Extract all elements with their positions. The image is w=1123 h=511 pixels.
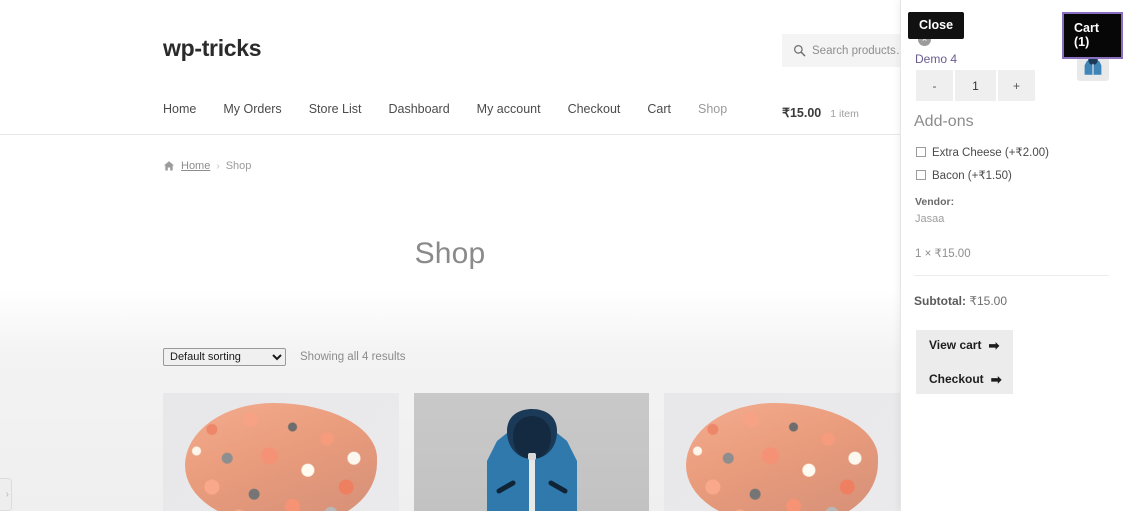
product-card[interactable] [664, 393, 901, 511]
granite-rock-product-image-2 [664, 393, 901, 511]
product-grid [163, 393, 901, 511]
header-cart-summary[interactable]: ₹15.00 1 item [782, 105, 859, 120]
addon-label: Bacon (+₹1.50) [932, 170, 1012, 182]
breadcrumb: Home › Shop [163, 160, 251, 172]
breadcrumb-separator: › [216, 160, 220, 172]
page-root: wp-tricks Search products… Home My Order… [0, 0, 1123, 511]
arrow-right-icon: ➡ [988, 337, 1000, 353]
nav-item-my-orders[interactable]: My Orders [223, 102, 281, 116]
close-button[interactable]: Close [908, 12, 965, 39]
nav-item-store-list[interactable]: Store List [309, 102, 362, 116]
search-icon [794, 45, 806, 57]
checkout-label: Checkout [929, 372, 984, 386]
nav-item-shop[interactable]: Shop [698, 102, 727, 116]
site-title[interactable]: wp-tricks [163, 35, 262, 62]
sidebar-edge-flap[interactable]: › [0, 478, 12, 511]
checkbox-icon[interactable] [916, 170, 926, 180]
hoodie-illustration [486, 409, 577, 511]
breadcrumb-home-link[interactable]: Home [181, 160, 210, 172]
quantity-increase-button[interactable]: + [998, 70, 1035, 101]
checkbox-icon[interactable] [916, 147, 926, 157]
product-card[interactable] [413, 393, 650, 511]
chevron-right-icon: › [5, 489, 9, 500]
cart-divider [914, 275, 1109, 276]
checkout-button[interactable]: Checkout ➡ [929, 372, 1002, 386]
sorting-select[interactable]: Default sorting Sort by popularity Sort … [163, 348, 286, 366]
result-count: Showing all 4 results [300, 351, 406, 363]
cart-subtotal: Subtotal: ₹15.00 [914, 294, 1007, 308]
header-cart-count: 1 item [830, 108, 859, 120]
search-placeholder: Search products… [812, 44, 908, 57]
cart-toggle-button[interactable]: Cart (1) [1062, 12, 1123, 59]
addon-label: Extra Cheese (+₹2.00) [932, 147, 1049, 159]
nav-item-home[interactable]: Home [163, 102, 196, 116]
product-card[interactable] [163, 393, 399, 511]
rock-texture [185, 403, 377, 511]
granite-rock-product-image [163, 393, 399, 511]
blue-hoodie-product-image [413, 393, 650, 511]
addon-option-extra-cheese[interactable]: Extra Cheese (+₹2.00) [916, 145, 1049, 159]
shop-toolbar: Default sorting Sort by popularity Sort … [163, 348, 405, 366]
main-navigation: Home My Orders Store List Dashboard My a… [163, 102, 727, 116]
home-icon[interactable] [163, 160, 175, 172]
subtotal-amount: ₹15.00 [969, 294, 1008, 308]
addons-heading: Add-ons [914, 113, 974, 130]
subtotal-label: Subtotal: [914, 294, 966, 308]
nav-item-cart[interactable]: Cart [647, 102, 671, 116]
site-header: wp-tricks Search products… Home My Order… [0, 0, 932, 135]
rock-texture [686, 403, 879, 511]
page-title: Shop [414, 237, 486, 270]
arrow-right-icon: ➡ [990, 371, 1002, 387]
addon-option-bacon[interactable]: Bacon (+₹1.50) [916, 168, 1012, 182]
nav-item-dashboard[interactable]: Dashboard [389, 102, 450, 116]
view-cart-label: View cart [929, 338, 982, 352]
quantity-stepper: - 1 + [916, 70, 1035, 101]
vendor-name[interactable]: Jasaa [915, 213, 944, 225]
cart-product-link[interactable]: Demo 4 [915, 52, 957, 66]
vendor-label: Vendor: [915, 196, 955, 208]
nav-item-my-account[interactable]: My account [477, 102, 541, 116]
quantity-decrease-button[interactable]: - [916, 70, 953, 101]
breadcrumb-current: Shop [225, 160, 252, 172]
quantity-value[interactable]: 1 [955, 70, 996, 101]
nav-item-checkout[interactable]: Checkout [568, 102, 621, 116]
header-cart-amount: ₹15.00 [782, 106, 822, 120]
view-cart-button[interactable]: View cart ➡ [929, 338, 999, 352]
line-item-price: 1 × ₹15.00 [915, 248, 971, 260]
